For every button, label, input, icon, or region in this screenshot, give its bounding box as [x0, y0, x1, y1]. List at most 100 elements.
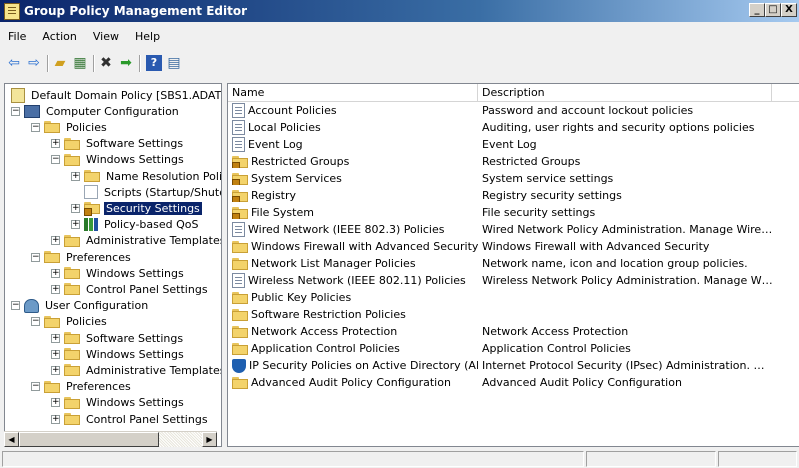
table-row[interactable]: Public Key Policies — [228, 289, 799, 306]
tree-node[interactable]: Scripts (Startup/Shutd — [71, 184, 221, 200]
table-row[interactable]: Account Policies Password and account loc… — [228, 102, 799, 119]
menu-action[interactable]: Action — [34, 27, 84, 47]
expand-icon[interactable]: + — [51, 365, 60, 375]
tree-node[interactable]: + Windows Settings — [51, 395, 186, 411]
help-icon[interactable]: ? — [146, 55, 162, 71]
table-row[interactable]: Wired Network (IEEE 802.3) Policies Wired… — [228, 221, 799, 238]
forward-icon[interactable]: ⇨ — [26, 55, 42, 71]
expand-icon[interactable]: + — [71, 171, 80, 181]
table-row[interactable]: Local Policies Auditing, user rights and … — [228, 119, 799, 136]
minimize-button[interactable]: _ — [749, 3, 765, 17]
tree-node[interactable]: + Security Settings — [71, 200, 202, 217]
close-button[interactable]: X — [781, 3, 797, 17]
menu-view[interactable]: View — [85, 27, 127, 47]
tree-node-label: Preferences — [66, 250, 131, 264]
status-pane-1 — [2, 451, 584, 467]
scroll-right-arrow-icon[interactable]: ▶ — [202, 432, 217, 447]
collapse-icon[interactable]: − — [31, 382, 40, 392]
expand-icon[interactable]: + — [51, 349, 60, 359]
expand-icon[interactable]: + — [71, 203, 80, 213]
tree-node[interactable]: + Administrative Templates: — [51, 362, 221, 378]
security-settings-icon — [84, 202, 100, 217]
maximize-button[interactable]: □ — [765, 3, 781, 17]
tree-node[interactable]: + Software Settings — [51, 330, 185, 346]
expand-icon[interactable]: + — [51, 414, 60, 424]
scroll-left-arrow-icon[interactable]: ◀ — [4, 432, 19, 447]
collapse-icon[interactable]: − — [51, 155, 60, 165]
tree-node[interactable]: + Control Panel Settings — [51, 281, 210, 297]
tree-node[interactable]: + Administrative Templates: — [51, 233, 221, 249]
folder-icon — [44, 251, 60, 263]
table-row[interactable]: Software Restriction Policies — [228, 306, 799, 323]
column-header-name[interactable]: Name — [228, 84, 478, 101]
tree-node-label: Security Settings — [104, 201, 202, 215]
collapse-icon[interactable]: − — [31, 122, 40, 132]
collapse-icon[interactable]: − — [31, 317, 40, 327]
table-row[interactable]: Windows Firewall with Advanced Security W… — [228, 238, 799, 255]
tree-node[interactable]: − Computer Configuration — [11, 103, 181, 119]
tree-node[interactable]: + Windows Settings — [51, 265, 186, 281]
tree-node[interactable]: − Policies — [31, 119, 109, 135]
tree-node[interactable]: − Policies — [31, 314, 109, 330]
tree-node[interactable]: − Windows Settings — [51, 152, 186, 168]
table-row[interactable]: System Services System service settings — [228, 170, 799, 187]
table-row[interactable]: Application Control Policies Application … — [228, 340, 799, 357]
collapse-icon[interactable]: − — [11, 106, 20, 116]
table-row[interactable]: File System File security settings — [228, 204, 799, 221]
tree-horizontal-scrollbar[interactable]: ◀ ▶ — [4, 431, 217, 447]
export-icon[interactable]: ➡ — [118, 55, 134, 71]
row-name: Registry — [251, 189, 297, 202]
row-description: Wired Network Policy Administration. Man… — [482, 223, 773, 236]
table-row[interactable]: Event Log Event Log — [228, 136, 799, 153]
status-pane-3 — [718, 451, 797, 467]
up-folder-icon[interactable]: ▰ — [52, 55, 68, 71]
tree-node-label: Windows Settings — [86, 266, 184, 280]
folder-icon — [232, 308, 248, 321]
properties-icon[interactable]: ▤ — [166, 55, 182, 71]
table-row[interactable]: IP Security Policies on Active Directory… — [228, 357, 799, 374]
table-row[interactable]: Restricted Groups Restricted Groups — [228, 153, 799, 170]
tree-node[interactable]: + Name Resolution Policy — [71, 168, 221, 184]
title-bar[interactable]: Group Policy Management Editor _ □ X — [0, 0, 799, 22]
console-tree[interactable]: Default Domain Policy [SBS1.ADATUM. − Comp… — [4, 83, 222, 447]
collapse-icon[interactable]: − — [31, 252, 40, 262]
tree-node[interactable]: + Control Panel Settings — [51, 411, 210, 427]
collapse-icon[interactable]: − — [11, 301, 20, 311]
scroll-thumb[interactable] — [19, 432, 159, 447]
expand-icon[interactable]: + — [51, 398, 60, 408]
expand-icon[interactable]: + — [51, 284, 60, 294]
table-row[interactable]: Registry Registry security settings — [228, 187, 799, 204]
delete-icon[interactable]: ✖ — [98, 55, 114, 71]
tree-node[interactable]: + Policy-based QoS — [71, 217, 201, 233]
tree-node[interactable]: − Preferences — [31, 249, 133, 265]
network-icon — [232, 222, 245, 237]
menu-help[interactable]: Help — [127, 27, 168, 47]
show-hide-tree-icon[interactable]: ▦ — [72, 55, 88, 71]
locked-folder-icon — [232, 172, 248, 185]
table-row[interactable]: Advanced Audit Policy Configuration Advan… — [228, 374, 799, 391]
table-row[interactable]: Network List Manager Policies Network nam… — [228, 255, 799, 272]
column-header-description[interactable]: Description — [478, 84, 772, 101]
table-row[interactable]: Network Access Protection Network Access … — [228, 323, 799, 340]
expand-icon[interactable]: + — [51, 268, 60, 278]
folder-icon — [232, 376, 248, 389]
menu-bar: File Action View Help — [0, 27, 168, 47]
expand-icon[interactable]: + — [51, 333, 60, 343]
expand-icon[interactable]: + — [51, 236, 60, 246]
tree-node[interactable]: − User Configuration — [11, 298, 150, 314]
toolbar: ⇦ ⇨ ▰ ▦ ✖ ➡ ? ▤ — [0, 52, 799, 74]
computer-icon — [24, 104, 40, 118]
tree-node-label: Policies — [66, 120, 107, 134]
tree-node[interactable]: + Software Settings — [51, 136, 185, 152]
tree-node[interactable]: + Windows Settings — [51, 346, 186, 362]
scroll-track[interactable] — [159, 432, 202, 447]
expand-icon[interactable]: + — [71, 220, 80, 230]
expand-icon[interactable]: + — [51, 139, 60, 149]
table-row[interactable]: Wireless Network (IEEE 802.11) Policies W… — [228, 272, 799, 289]
tree-node-label: Windows Settings — [86, 153, 184, 167]
back-icon[interactable]: ⇦ — [6, 55, 22, 71]
menu-file[interactable]: File — [0, 27, 34, 47]
tree-node[interactable]: − Preferences — [31, 379, 133, 395]
tree-node[interactable]: Default Domain Policy [SBS1.ADATUM. — [11, 87, 221, 103]
app-icon — [4, 3, 20, 20]
